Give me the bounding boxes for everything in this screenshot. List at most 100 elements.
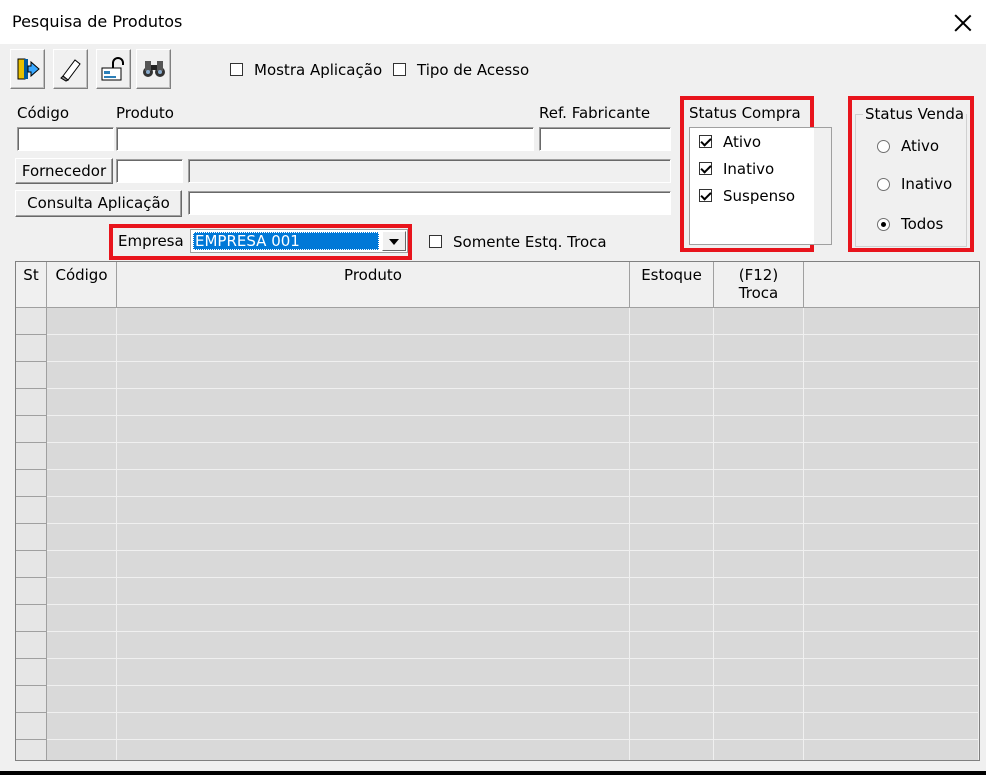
grid-cell[interactable]: [47, 659, 117, 686]
grid-cell[interactable]: [804, 659, 979, 686]
grid-cell[interactable]: [117, 605, 630, 632]
grid-cell[interactable]: [117, 578, 630, 605]
exit-button[interactable]: [10, 49, 45, 89]
grid-cell[interactable]: [714, 362, 804, 389]
aplicacao-field[interactable]: [188, 191, 671, 215]
grid-cell[interactable]: [804, 551, 979, 578]
grid-cell[interactable]: [117, 470, 630, 497]
grid-cell[interactable]: [16, 308, 47, 335]
grid-cell[interactable]: [630, 497, 714, 524]
grid-cell[interactable]: [16, 578, 47, 605]
somente-estq-troca-checkbox[interactable]: [429, 235, 442, 248]
products-grid[interactable]: St Código Produto Estoque (F12) Troca: [15, 261, 980, 761]
grid-cell[interactable]: [117, 713, 630, 740]
grid-cell[interactable]: [47, 335, 117, 362]
grid-cell[interactable]: [630, 335, 714, 362]
status-venda-todos-radio[interactable]: [877, 218, 890, 231]
grid-cell[interactable]: [16, 335, 47, 362]
grid-cell[interactable]: [47, 713, 117, 740]
status-compra-ativo-checkbox[interactable]: [699, 135, 712, 148]
grid-cell[interactable]: [16, 686, 47, 713]
grid-cell[interactable]: [714, 659, 804, 686]
grid-cell[interactable]: [630, 389, 714, 416]
grid-cell[interactable]: [714, 551, 804, 578]
grid-cell[interactable]: [804, 713, 979, 740]
grid-cell[interactable]: [117, 389, 630, 416]
grid-cell[interactable]: [47, 686, 117, 713]
column-header-estoque[interactable]: Estoque: [630, 262, 714, 308]
grid-cell[interactable]: [117, 686, 630, 713]
consulta-aplicacao-button[interactable]: Consulta Aplicação: [15, 190, 182, 217]
grid-cell[interactable]: [630, 713, 714, 740]
grid-cell[interactable]: [714, 308, 804, 335]
grid-cell[interactable]: [630, 524, 714, 551]
grid-cell[interactable]: [47, 740, 117, 760]
grid-cell[interactable]: [804, 470, 979, 497]
grid-cell[interactable]: [47, 497, 117, 524]
grid-cell[interactable]: [16, 713, 47, 740]
grid-cell[interactable]: [630, 740, 714, 760]
scrollbar[interactable]: [814, 128, 831, 244]
grid-cell[interactable]: [714, 632, 804, 659]
close-icon[interactable]: [950, 10, 976, 36]
grid-cell[interactable]: [804, 686, 979, 713]
grid-cell[interactable]: [47, 308, 117, 335]
grid-cell[interactable]: [804, 497, 979, 524]
mostra-aplicacao-checkbox[interactable]: [230, 63, 243, 76]
status-venda-ativo-radio[interactable]: [877, 140, 890, 153]
grid-cell[interactable]: [117, 443, 630, 470]
status-compra-suspenso-checkbox[interactable]: [699, 189, 712, 202]
grid-cell[interactable]: [47, 362, 117, 389]
status-venda-inativo-radio[interactable]: [877, 178, 890, 191]
grid-cell[interactable]: [630, 470, 714, 497]
grid-cell[interactable]: [117, 497, 630, 524]
grid-cell[interactable]: [804, 335, 979, 362]
grid-cell[interactable]: [16, 551, 47, 578]
grid-cell[interactable]: [804, 740, 979, 760]
grid-body[interactable]: [16, 308, 979, 760]
grid-cell[interactable]: [47, 551, 117, 578]
grid-cell[interactable]: [47, 389, 117, 416]
grid-cell[interactable]: [630, 308, 714, 335]
grid-cell[interactable]: [630, 578, 714, 605]
grid-cell[interactable]: [47, 443, 117, 470]
clear-button[interactable]: [53, 49, 88, 89]
column-header-produto[interactable]: Produto: [117, 262, 630, 308]
grid-cell[interactable]: [804, 605, 979, 632]
grid-cell[interactable]: [47, 416, 117, 443]
unlock-button[interactable]: [96, 49, 131, 89]
grid-cell[interactable]: [804, 362, 979, 389]
grid-cell[interactable]: [16, 416, 47, 443]
chevron-down-icon[interactable]: [382, 231, 406, 251]
grid-cell[interactable]: [16, 605, 47, 632]
grid-cell[interactable]: [16, 443, 47, 470]
grid-cell[interactable]: [804, 632, 979, 659]
grid-cell[interactable]: [47, 524, 117, 551]
grid-cell[interactable]: [714, 713, 804, 740]
grid-cell[interactable]: [117, 416, 630, 443]
grid-cell[interactable]: [630, 632, 714, 659]
grid-cell[interactable]: [16, 740, 47, 760]
grid-cell[interactable]: [714, 497, 804, 524]
grid-cell[interactable]: [117, 740, 630, 760]
grid-cell[interactable]: [16, 470, 47, 497]
grid-cell[interactable]: [47, 605, 117, 632]
grid-cell[interactable]: [804, 524, 979, 551]
produto-field[interactable]: [116, 127, 534, 151]
grid-cell[interactable]: [117, 659, 630, 686]
empresa-select[interactable]: EMPRESA 001: [190, 229, 408, 253]
grid-cell[interactable]: [714, 416, 804, 443]
grid-cell[interactable]: [16, 632, 47, 659]
grid-cell[interactable]: [714, 389, 804, 416]
fornecedor-code-field[interactable]: [116, 159, 183, 183]
codigo-field[interactable]: [17, 127, 114, 151]
grid-cell[interactable]: [630, 416, 714, 443]
grid-cell[interactable]: [47, 632, 117, 659]
grid-cell[interactable]: [117, 362, 630, 389]
ref-fabricante-field[interactable]: [539, 127, 671, 151]
grid-cell[interactable]: [16, 362, 47, 389]
grid-cell[interactable]: [630, 362, 714, 389]
column-header-troca[interactable]: (F12) Troca: [714, 262, 804, 308]
grid-cell[interactable]: [714, 686, 804, 713]
status-compra-inativo-checkbox[interactable]: [699, 162, 712, 175]
